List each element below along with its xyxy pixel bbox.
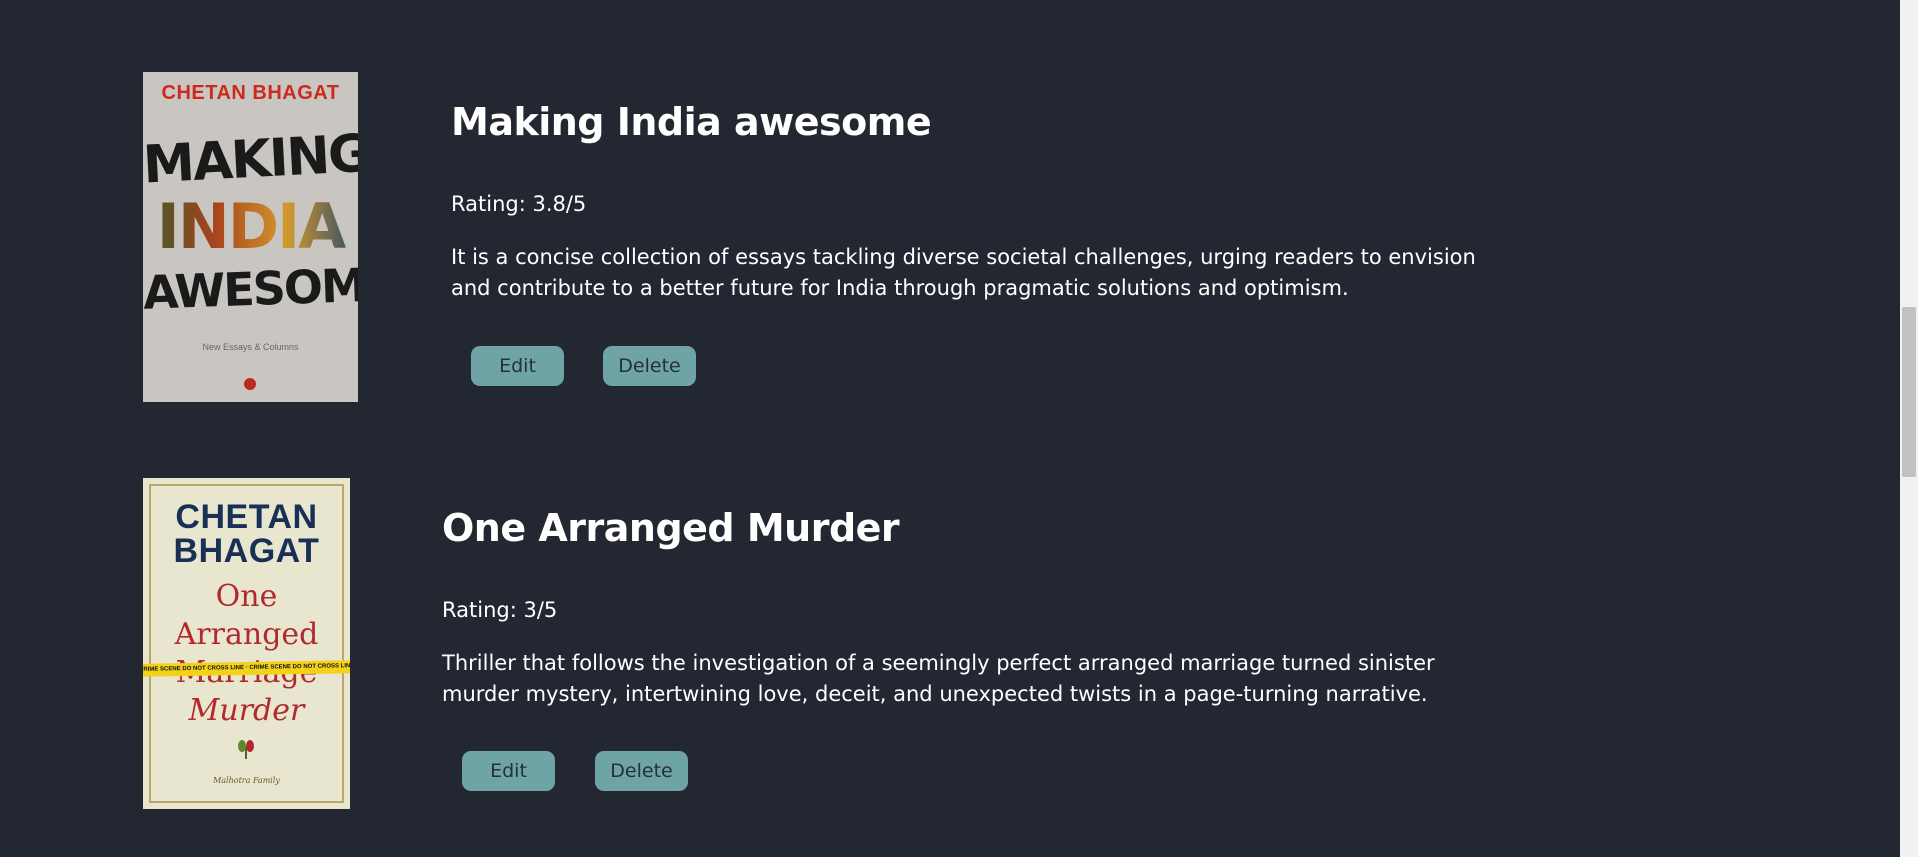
cover-title-line: MAKING: [143, 123, 358, 196]
delete-button[interactable]: Delete: [603, 346, 696, 386]
publisher-logo-icon: [244, 378, 256, 390]
cover-author-line: CHETAN: [175, 498, 318, 536]
scrollbar-thumb[interactable]: [1902, 307, 1916, 477]
book-title: One Arranged Murder: [442, 506, 900, 550]
book-rating: Rating: 3.8/5: [451, 192, 587, 216]
leaf-ornament-icon: [238, 740, 254, 759]
cover-title: One Arranged Marriage Murder: [143, 578, 350, 730]
book-title: Making India awesome: [451, 100, 932, 144]
cover-author: CHETAN BHAGAT: [161, 82, 340, 104]
book-cover-image: CHETAN BHAGAT MAKING INDIA AWESOME New E…: [143, 72, 358, 402]
book-cover-image: CHETAN BHAGAT One Arranged Marriage Murd…: [143, 478, 350, 809]
cover-title-line: One: [215, 579, 278, 614]
edit-button[interactable]: Edit: [462, 751, 555, 791]
book-description: It is a concise collection of essays tac…: [451, 245, 1476, 300]
cover-title-line: Murder: [188, 693, 305, 728]
cover-subtitle: New Essays & Columns: [202, 342, 299, 352]
delete-button[interactable]: Delete: [595, 751, 688, 791]
book-card: CHETAN BHAGAT One Arranged Marriage Murd…: [0, 478, 1900, 809]
scrollbar-track[interactable]: [1900, 0, 1918, 857]
cover-author: CHETAN BHAGAT: [143, 500, 350, 568]
book-list-page: CHETAN BHAGAT MAKING INDIA AWESOME New E…: [0, 0, 1918, 857]
book-rating: Rating: 3/5: [442, 598, 558, 622]
edit-button[interactable]: Edit: [471, 346, 564, 386]
cover-title-line: Arranged: [174, 617, 319, 652]
cover-family: Malhotra Family: [213, 776, 280, 785]
cover-title-line: AWESOME: [143, 257, 358, 320]
book-card: CHETAN BHAGAT MAKING INDIA AWESOME New E…: [0, 72, 1900, 402]
cover-title-line: INDIA: [143, 190, 358, 263]
book-description: Thriller that follows the investigation …: [442, 651, 1435, 706]
cover-author-line: BHAGAT: [173, 532, 320, 570]
